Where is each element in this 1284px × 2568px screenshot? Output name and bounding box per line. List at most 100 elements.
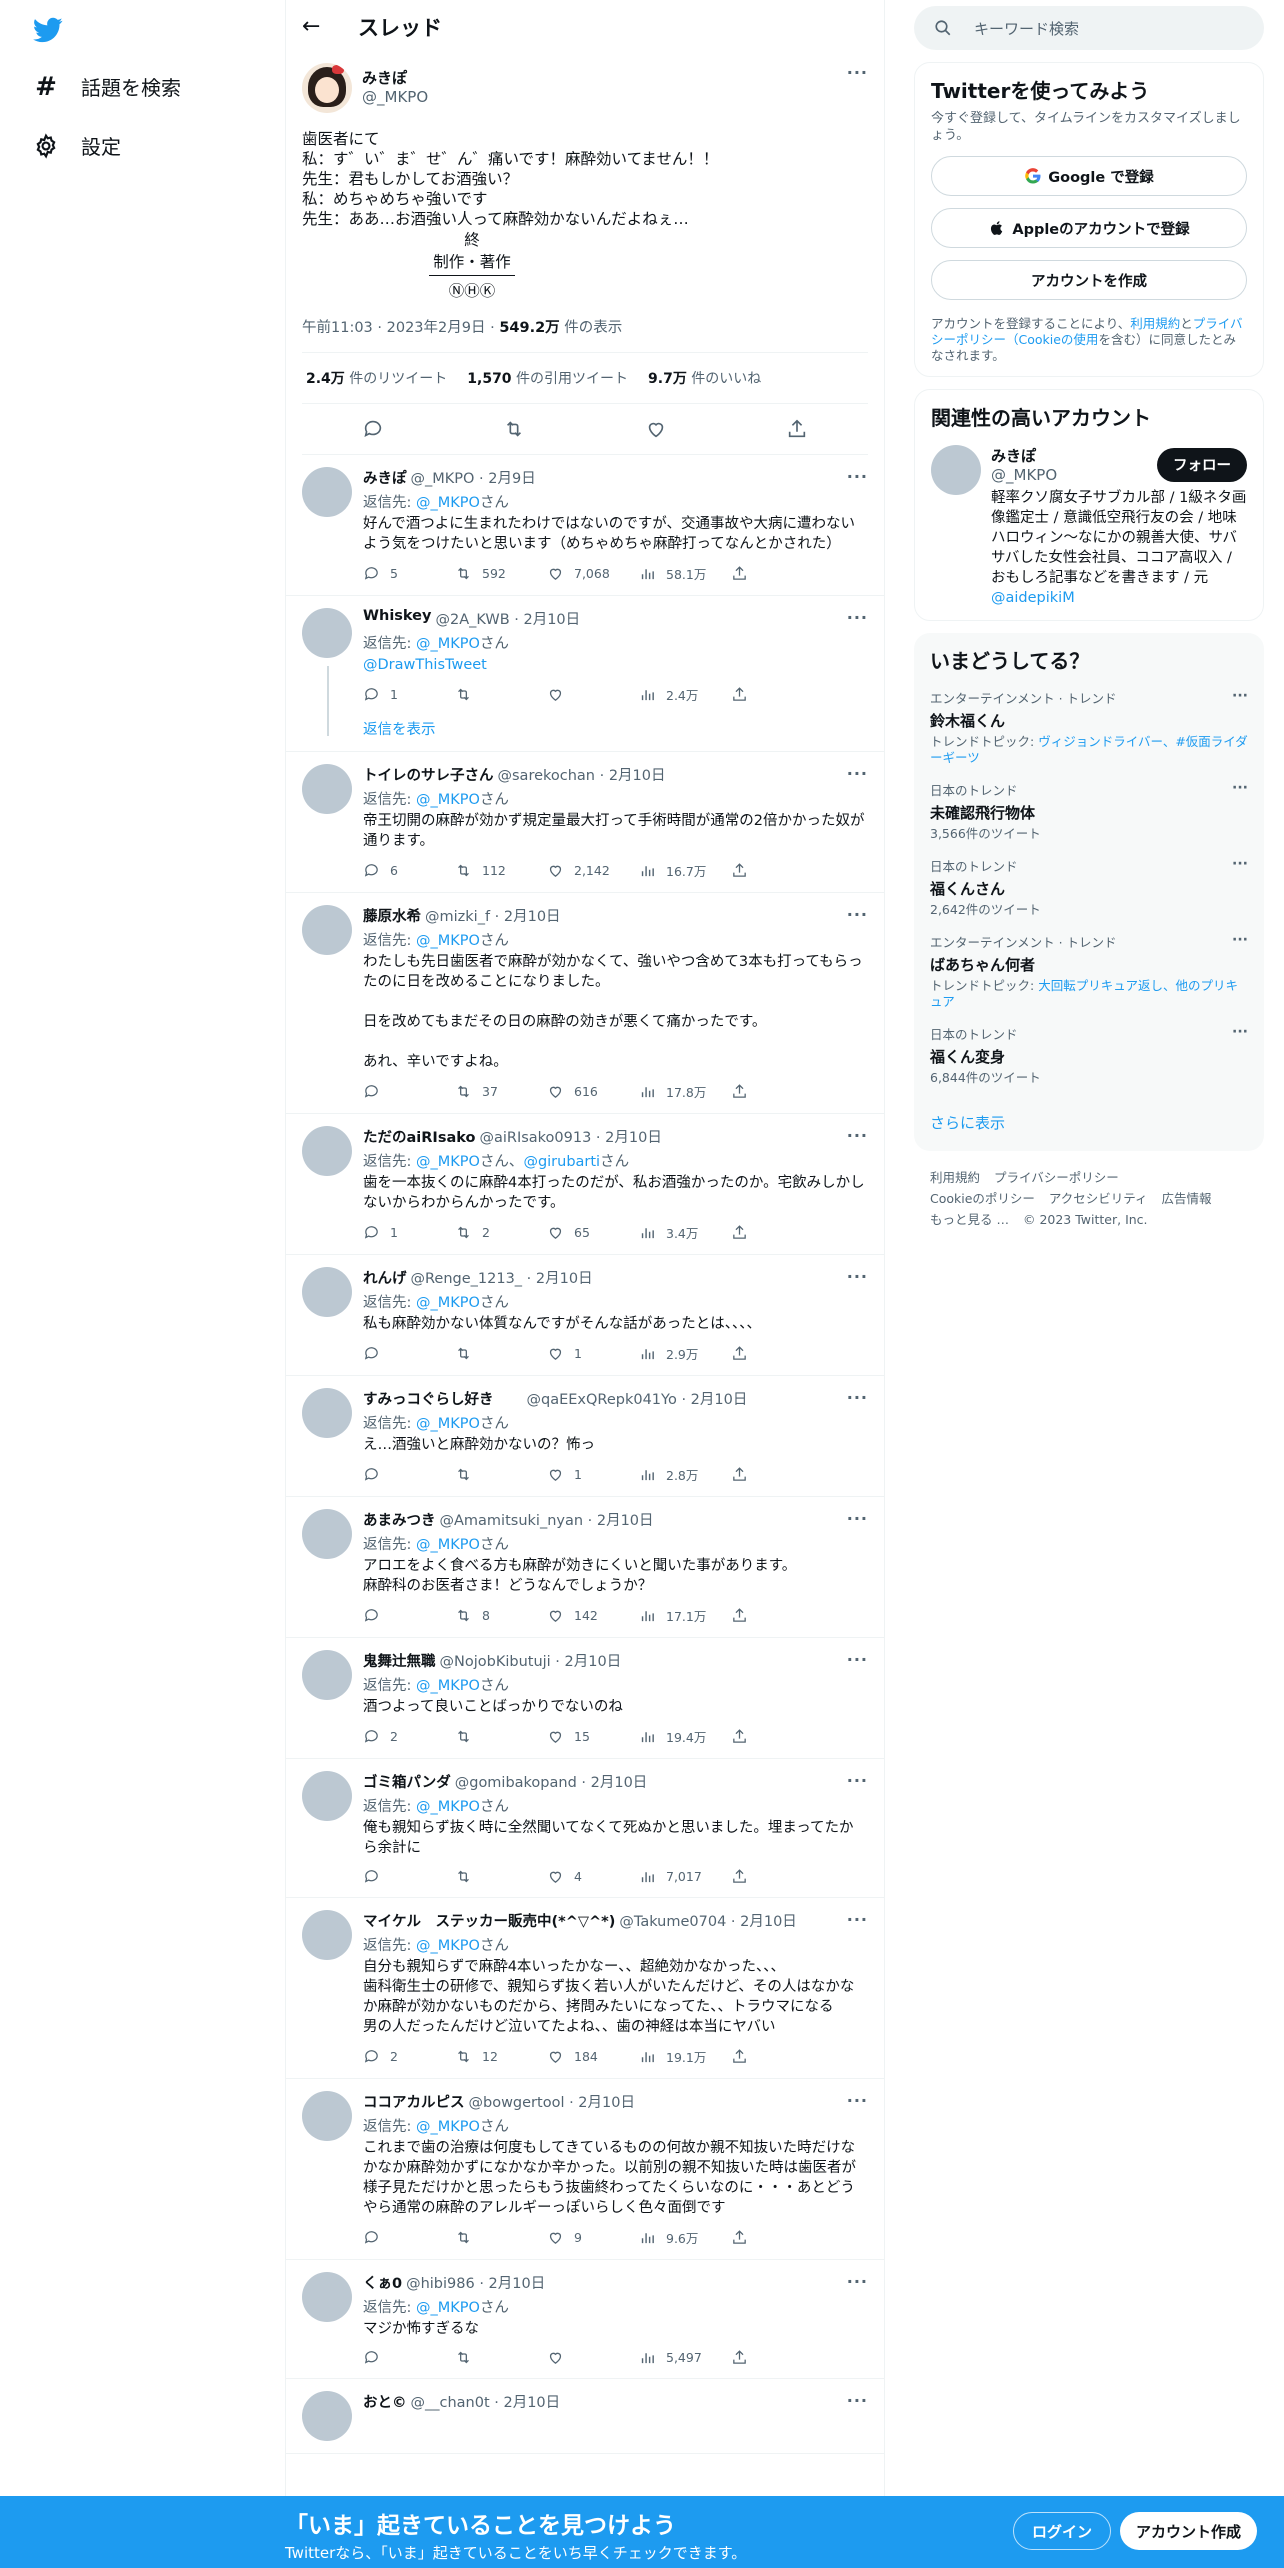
retweet-button[interactable] — [455, 1868, 547, 1885]
avatar[interactable] — [302, 467, 352, 517]
more-options-icon[interactable]: ··· — [1232, 780, 1248, 796]
reply-tweet[interactable]: 鬼舞辻無職 @NojobKibutuji · 2月10日 ··· 返信先: @_MKP… — [286, 1638, 884, 1759]
avatar[interactable] — [302, 1910, 352, 1960]
like-button[interactable]: 65 — [547, 1224, 639, 1241]
nav-settings[interactable]: 設定 — [33, 131, 121, 160]
reply-author-name[interactable]: ゴミ箱パンダ — [363, 1771, 451, 1792]
avatar[interactable] — [302, 764, 352, 814]
reply-button[interactable]: 1 — [363, 686, 455, 703]
reply-button[interactable]: 1 — [363, 1224, 455, 1241]
retweet-button[interactable]: 12 — [455, 2048, 547, 2065]
author-handle[interactable]: @_MKPO — [362, 88, 847, 106]
trend-name[interactable]: 鈴木福くん — [930, 710, 1248, 731]
more-options-icon[interactable]: ··· — [847, 1650, 868, 1671]
avatar[interactable] — [302, 1509, 352, 1559]
share-button[interactable] — [731, 2349, 758, 2366]
reply-author-name[interactable]: おと© — [363, 2391, 407, 2412]
reply-button[interactable] — [363, 1083, 455, 1100]
reply-author-name[interactable]: 藤原水希 — [363, 905, 421, 926]
more-options-icon[interactable]: ··· — [847, 2091, 868, 2112]
views-button[interactable]: 2.9万 — [639, 1344, 731, 1363]
share-button[interactable] — [731, 862, 758, 879]
reply-author-name[interactable]: あまみつき — [363, 1509, 436, 1530]
like-button[interactable]: 1 — [547, 1345, 639, 1362]
views-button[interactable]: 16.7万 — [639, 861, 731, 880]
share-button[interactable] — [731, 1083, 758, 1100]
reply-tweet[interactable]: おと© @__chan0t · 2月10日 ··· — [286, 2379, 884, 2454]
replying-to-link[interactable]: @_MKPO — [416, 1154, 480, 1170]
reply-author-name[interactable]: ただのaiRIsako — [363, 1126, 475, 1147]
retweet-icon[interactable] — [503, 418, 525, 440]
avatar[interactable] — [302, 63, 352, 113]
reply-button[interactable] — [363, 1345, 455, 1362]
share-button[interactable] — [731, 686, 758, 703]
login-button[interactable]: ログイン — [1013, 2512, 1112, 2550]
reply-button[interactable] — [363, 2349, 455, 2366]
avatar[interactable] — [302, 1388, 352, 1438]
avatar[interactable] — [931, 445, 981, 495]
share-button[interactable] — [731, 1345, 758, 1362]
reply-tweet[interactable]: あまみつき @Amamitsuki_nyan · 2月10日 ··· 返信先: @_M… — [286, 1497, 884, 1638]
reply-button[interactable] — [363, 2229, 455, 2246]
reply-button[interactable] — [363, 1466, 455, 1483]
tweet-date[interactable]: 2023年2月9日 — [387, 320, 486, 336]
views-button[interactable]: 5,497 — [639, 2349, 731, 2366]
retweet-button[interactable] — [455, 1345, 547, 1362]
avatar[interactable] — [302, 2272, 352, 2322]
more-options-icon[interactable]: ··· — [847, 905, 868, 926]
replying-to-link[interactable]: @_MKPO — [416, 1537, 480, 1553]
more-options-icon[interactable]: ··· — [847, 1771, 868, 1792]
views-button[interactable]: 17.1万 — [639, 1606, 731, 1625]
replying-to-link[interactable]: @_MKPO — [416, 1416, 480, 1432]
replying-to-link[interactable]: @_MKPO — [416, 792, 480, 808]
author-name[interactable]: みきぽ — [362, 67, 847, 88]
terms-link[interactable]: 利用規約 — [1130, 316, 1180, 331]
retweet-button[interactable] — [455, 2229, 547, 2246]
back-arrow-icon[interactable]: ← — [302, 14, 342, 39]
bio-mention-link[interactable]: @aidepikiM — [991, 590, 1075, 606]
reply-author-name[interactable]: Whiskey — [363, 608, 431, 629]
avatar[interactable] — [302, 608, 352, 658]
related-handle[interactable]: @_MKPO — [991, 466, 1057, 484]
replying-to-link[interactable]: @_MKPO — [416, 1799, 480, 1815]
retweet-button[interactable]: 8 — [455, 1607, 547, 1624]
share-icon[interactable] — [786, 418, 808, 440]
like-button[interactable]: 616 — [547, 1083, 639, 1100]
replying-to-link[interactable]: @girubarti — [523, 1154, 600, 1170]
like-button[interactable] — [547, 2349, 639, 2366]
like-icon[interactable] — [645, 418, 667, 440]
reply-tweet[interactable]: ココアカルピス @bowgertool · 2月10日 ··· 返信先: @_MKPO… — [286, 2079, 884, 2260]
trend-item[interactable]: 日本のトレンド 福くんさん 2,642件のツイート ··· — [930, 856, 1248, 918]
avatar[interactable] — [302, 1267, 352, 1317]
replying-to-link[interactable]: @_MKPO — [416, 2119, 480, 2135]
replying-to-link[interactable]: @_MKPO — [416, 1678, 480, 1694]
trend-name[interactable]: ばあちゃん何者 — [930, 954, 1248, 975]
views-button[interactable]: 9.6万 — [639, 2228, 731, 2247]
reply-author-name[interactable]: くぁ0 — [363, 2272, 402, 2293]
share-button[interactable] — [731, 1868, 758, 1885]
reply-tweet[interactable]: 藤原水希 @mizki_f · 2月10日 ··· 返信先: @_MKPOさん わたしも… — [286, 893, 884, 1114]
more-options-icon[interactable]: ··· — [847, 1267, 868, 1288]
views-button[interactable]: 2.4万 — [639, 685, 731, 704]
reply-icon[interactable] — [362, 418, 384, 440]
more-options-icon[interactable]: ··· — [1232, 856, 1248, 872]
reply-tweet[interactable]: Whiskey @2A_KWB · 2月10日 ··· 返信先: @_MKPOさん @D… — [286, 596, 884, 752]
like-button[interactable]: 1 — [547, 1466, 639, 1483]
share-button[interactable] — [731, 565, 758, 582]
like-button[interactable]: 184 — [547, 2048, 639, 2065]
create-account-button[interactable]: アカウントを作成 — [931, 260, 1247, 300]
reply-author-name[interactable]: ココアカルピス — [363, 2091, 465, 2112]
trend-name[interactable]: 未確認飛行物体 — [930, 802, 1248, 823]
trend-item[interactable]: エンターテインメント · トレンド ばあちゃん何者 トレンドトピック: 大回転プリキ… — [930, 932, 1248, 1010]
views-button[interactable]: 19.4万 — [639, 1727, 731, 1746]
like-button[interactable]: 4 — [547, 1868, 639, 1885]
retweet-button[interactable] — [455, 686, 547, 703]
share-button[interactable] — [731, 1728, 758, 1745]
avatar[interactable] — [302, 905, 352, 955]
reply-button[interactable]: 2 — [363, 2048, 455, 2065]
more-options-icon[interactable]: ··· — [847, 764, 868, 785]
footer-more[interactable]: もっと見る … — [930, 1212, 1009, 1227]
footer-cookie[interactable]: Cookieのポリシー — [930, 1191, 1035, 1206]
reply-tweet[interactable]: れんげ @Renge_1213_ · 2月10日 ··· 返信先: @_MKPOさん私… — [286, 1255, 884, 1376]
trend-item[interactable]: 日本のトレンド 未確認飛行物体 3,566件のツイート ··· — [930, 780, 1248, 842]
